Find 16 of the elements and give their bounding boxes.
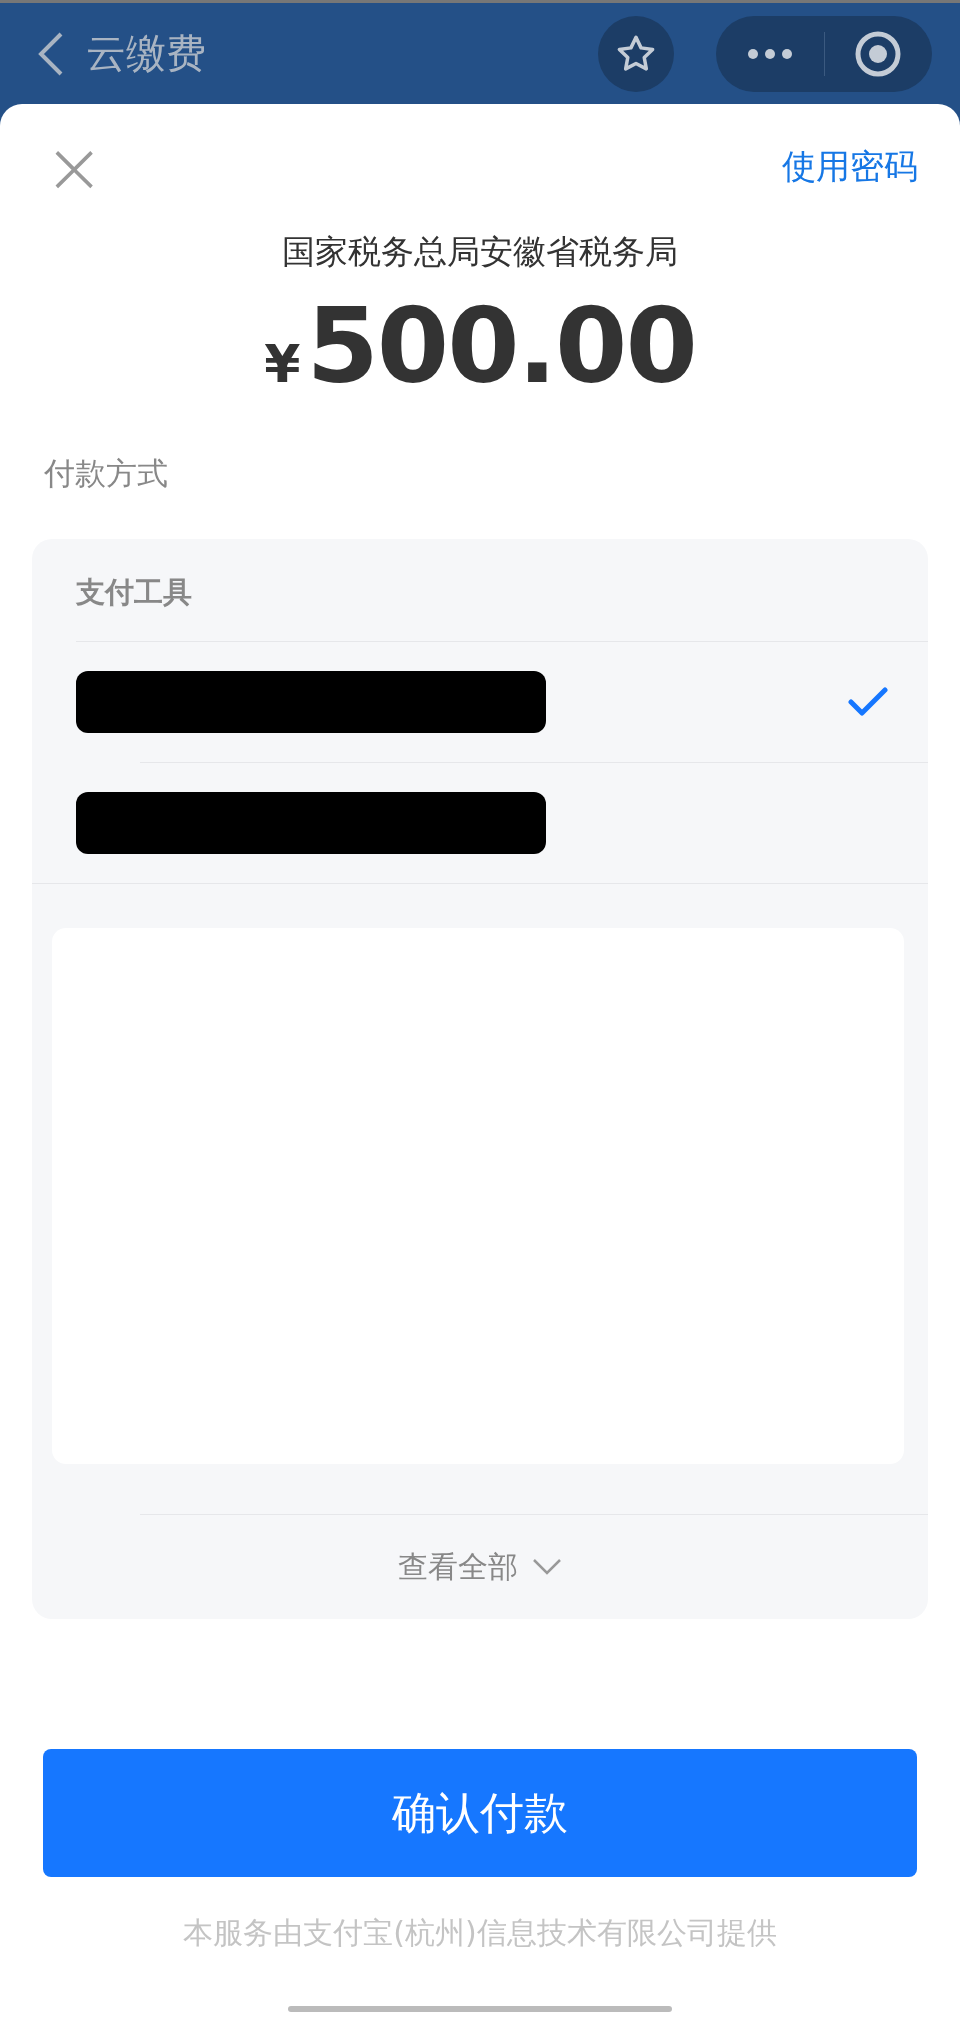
view-all-button[interactable]: 查看全部: [398, 1515, 562, 1619]
back-icon: [36, 30, 64, 77]
target-icon: [854, 29, 903, 78]
merchant-name: 国家税务总局安徽省税务局: [281, 231, 679, 273]
confirm-payment-button[interactable]: 确认付款: [43, 1749, 917, 1877]
currency-symbol: ¥: [264, 334, 301, 394]
page-title: 云缴费: [86, 29, 207, 78]
section-heading: 支付工具: [76, 575, 192, 609]
use-password-link[interactable]: 使用密码: [782, 144, 918, 190]
more-icon: [746, 47, 793, 60]
provider-note: 本服务由支付宝(杭州)信息技术有限公司提供: [182, 1914, 778, 1952]
chevron-down-icon: [532, 1558, 562, 1576]
payment-amount: 500.00: [306, 285, 696, 407]
back-button[interactable]: [36, 30, 64, 77]
close-button[interactable]: ×: [44, 131, 105, 203]
payment-method-label: 付款方式: [44, 454, 169, 493]
